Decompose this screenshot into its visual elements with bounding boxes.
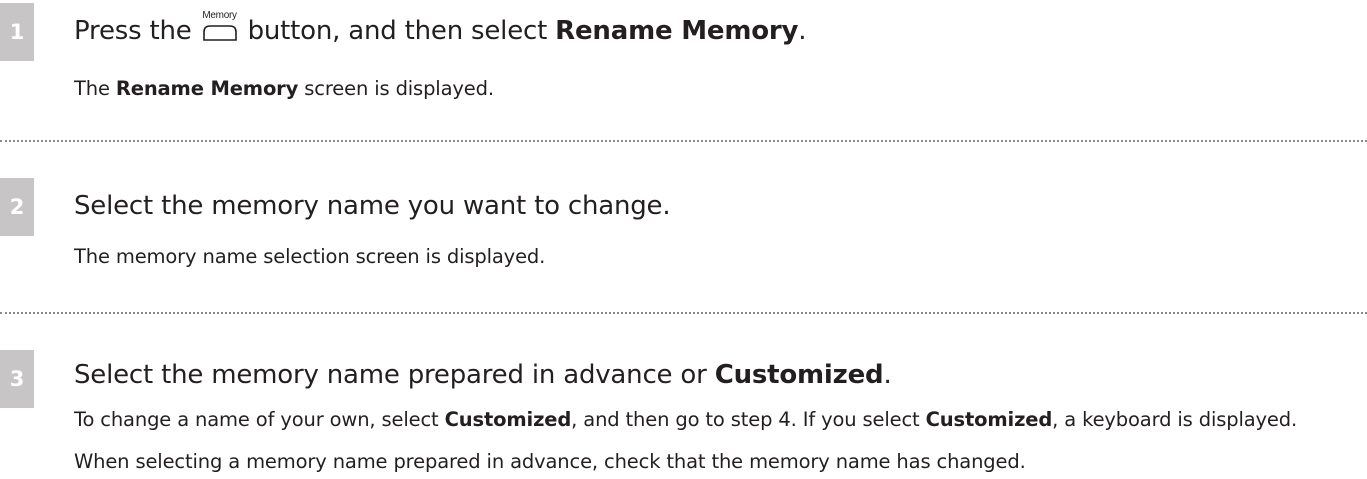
heading-text: button, and then select (247, 16, 548, 46)
heading-text: Select the memory name prepared in advan… (74, 360, 707, 390)
step-number: 1 (0, 3, 34, 61)
heading-text: Press the (74, 16, 192, 46)
paragraph: To change a name of your own, select Cus… (74, 405, 1359, 435)
step-description: To change a name of your own, select Cus… (74, 405, 1359, 477)
menu-item-name: Rename Memory (555, 16, 799, 46)
heading-text: . (798, 16, 807, 46)
bold-text: Customized (925, 408, 1053, 431)
text-run: The (74, 77, 116, 100)
text-run: , a keyboard is displayed. (1052, 408, 1298, 431)
text-run: The memory name selection screen is disp… (74, 245, 546, 268)
text-run: screen is displayed. (298, 77, 494, 100)
text-run: When selecting a memory name prepared in… (74, 450, 1026, 473)
step-number: 2 (0, 178, 34, 236)
option-name: Customized (714, 360, 884, 390)
dotted-divider (0, 140, 1367, 142)
step-number: 3 (0, 350, 34, 408)
text-run: , and then go to step 4. If you select (571, 408, 926, 431)
step-heading: Select the memory name you want to chang… (74, 191, 671, 221)
paragraph: The Rename Memory screen is displayed. (74, 74, 1359, 104)
memory-button-label: Memory (202, 10, 237, 21)
step-heading: Select the memory name prepared in advan… (74, 359, 892, 391)
heading-text: . (883, 360, 892, 390)
bold-text: Customized (444, 408, 572, 431)
dotted-divider (0, 312, 1367, 314)
step-description: The memory name selection screen is disp… (74, 242, 1359, 272)
step-description: The Rename Memory screen is displayed. (74, 74, 1359, 104)
step-heading: Press the Memory button, and then select R… (74, 10, 807, 47)
paragraph: The memory name selection screen is disp… (74, 242, 1359, 272)
paragraph: When selecting a memory name prepared in… (74, 447, 1359, 477)
text-run: To change a name of your own, select (74, 408, 445, 431)
memory-button-icon: Memory (202, 10, 238, 42)
bold-text: Rename Memory (115, 77, 299, 100)
